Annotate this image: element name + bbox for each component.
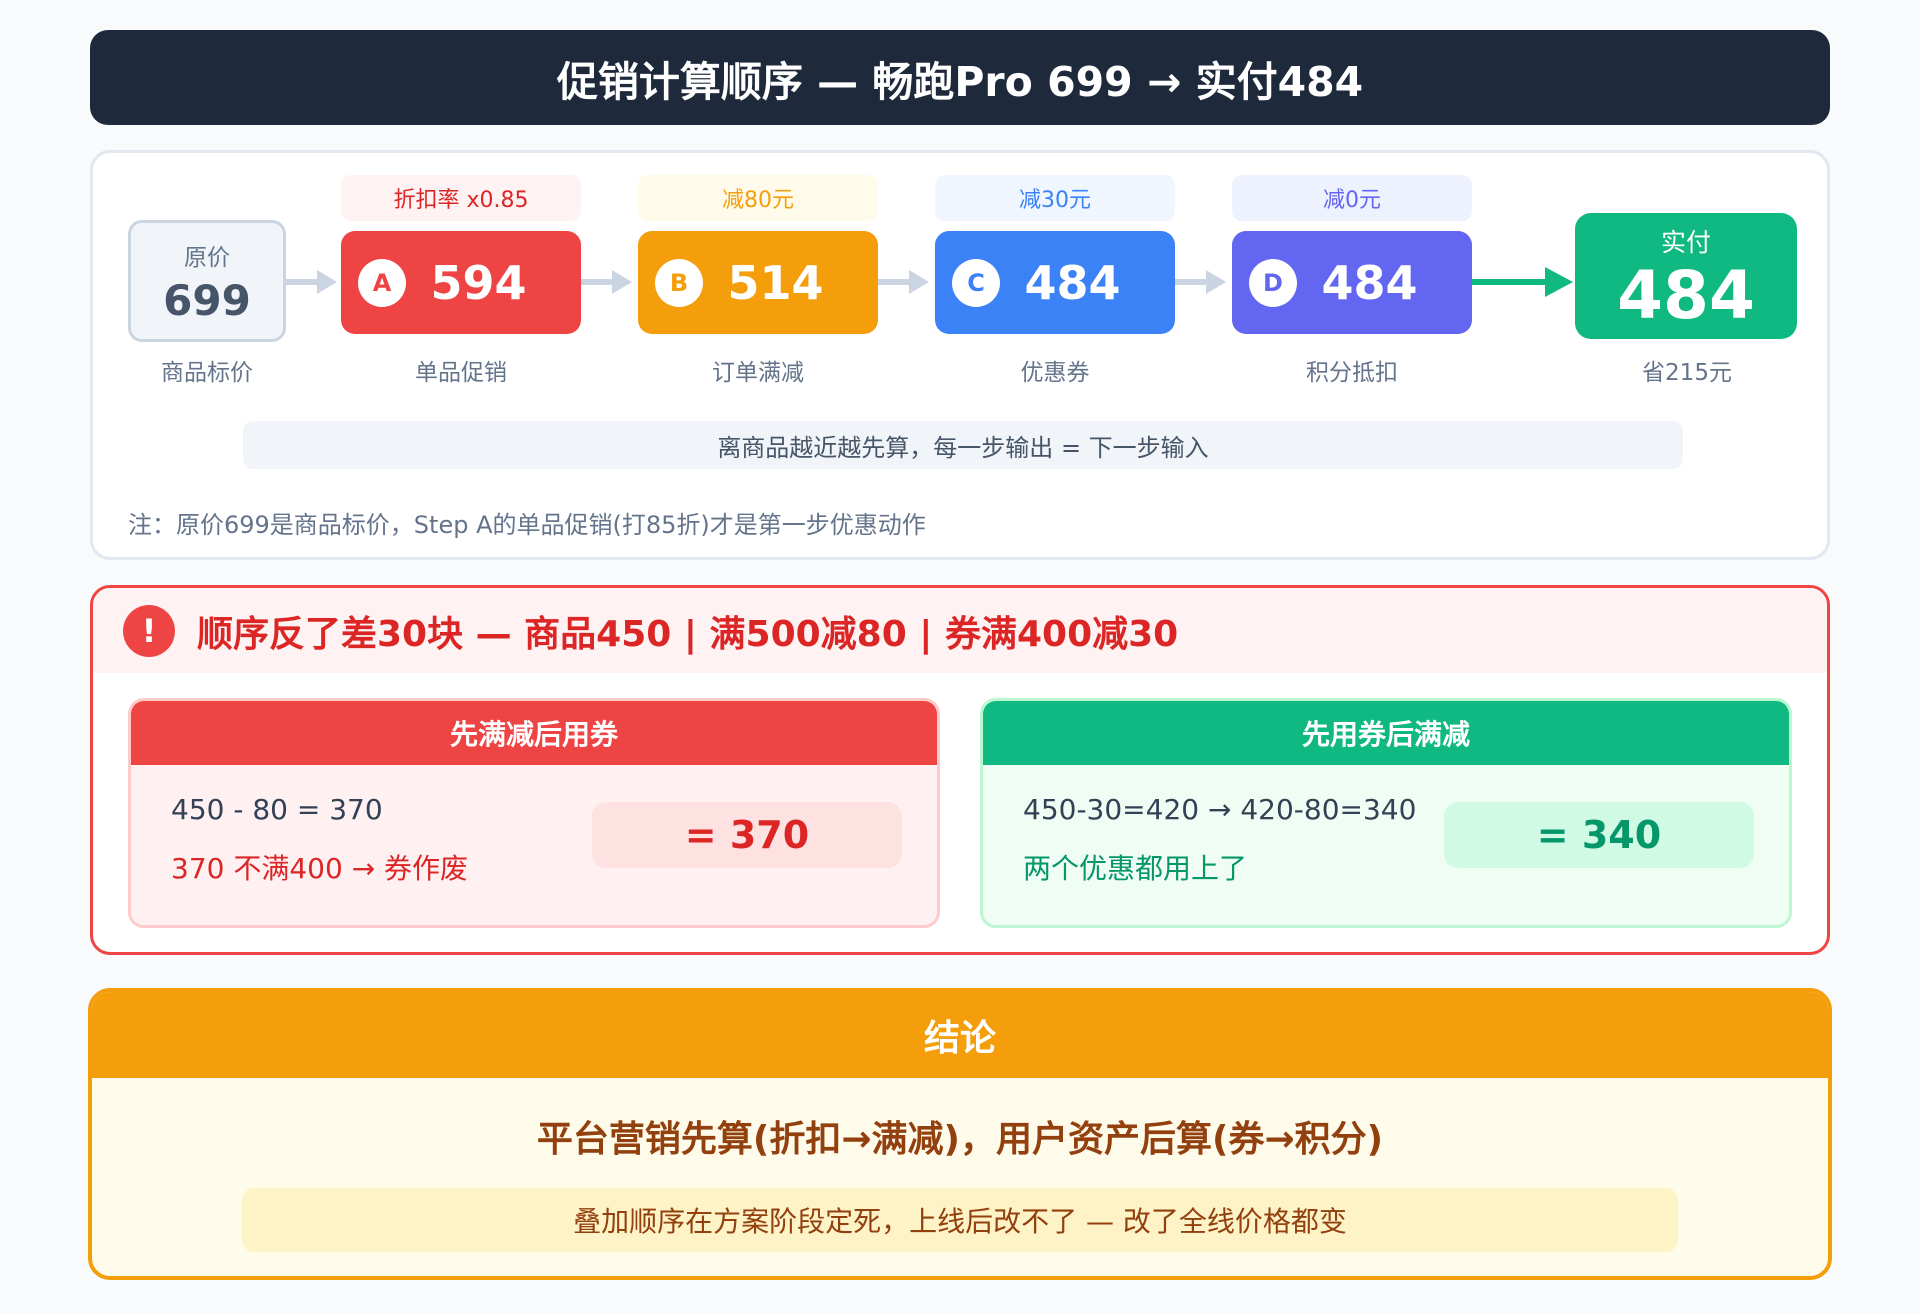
wrong-order-explanation: 370 不满400 → 券作废: [171, 852, 469, 885]
arrow-head-icon: [612, 270, 632, 294]
step-a-tag: 折扣率 x0.85: [341, 175, 581, 221]
step-c-caption: 优惠券: [1020, 360, 1090, 386]
arrow-head-icon: [909, 270, 929, 294]
conclusion-header: 结论: [92, 992, 1828, 1078]
step-c-tag: 减30元: [935, 175, 1175, 221]
final-price-label: 实付: [1660, 228, 1711, 257]
footnote: 注：原价699是商品标价，Step A的单品促销(打85折)才是第一步优惠动作: [128, 511, 926, 539]
step-b-caption: 订单满减: [712, 360, 804, 386]
step-b-tag: 减80元: [638, 175, 878, 221]
step-d-value: 484: [1321, 255, 1418, 310]
right-order-result: = 340: [1444, 802, 1754, 868]
right-order-header: 先用券后满减: [983, 701, 1789, 765]
step-a-badge: A: [358, 258, 406, 307]
step-d-tag: 减0元: [1232, 175, 1472, 221]
final-price-value: 484: [1617, 257, 1755, 334]
step-d-box: D 484: [1232, 231, 1472, 334]
step-d-badge: D: [1249, 258, 1297, 307]
wrong-order-header: 先满减后用券: [131, 701, 937, 765]
conclusion-panel: 结论 平台营销先算(折扣→满减)，用户资产后算(券→积分) 叠加顺序在方案阶段定…: [88, 988, 1832, 1280]
step-a-box: A 594: [341, 231, 581, 334]
wrong-order-body: 450 - 80 = 370 370 不满400 → 券作废 = 370: [131, 765, 937, 925]
original-price-caption: 商品标价: [161, 360, 253, 386]
flow-arrow: [878, 279, 913, 285]
flow-rule-note: 离商品越近越先算，每一步输出 = 下一步输入: [243, 421, 1683, 469]
page-title: 促销计算顺序 — 畅跑Pro 699 → 实付484: [90, 30, 1830, 125]
wrong-order-calc: 450 - 80 = 370: [171, 793, 383, 826]
step-c-box: C 484: [935, 231, 1175, 334]
step-a-value: 594: [430, 255, 527, 310]
right-order-explanation: 两个优惠都用上了: [1023, 852, 1248, 885]
arrow-head-icon: [1206, 270, 1226, 294]
flow-arrow: [1175, 279, 1210, 285]
step-a-caption: 单品促销: [415, 360, 507, 386]
final-price-caption: 省215元: [1642, 360, 1732, 386]
right-order-card: 先用券后满减 450-30=420 → 420-80=340 两个优惠都用上了 …: [980, 698, 1792, 928]
wrong-order-card: 先满减后用券 450 - 80 = 370 370 不满400 → 券作废 = …: [128, 698, 940, 928]
right-order-body: 450-30=420 → 420-80=340 两个优惠都用上了 = 340: [983, 765, 1789, 925]
step-b-box: B 514: [638, 231, 878, 334]
original-price-box: 原价 699: [128, 220, 286, 342]
step-c-badge: C: [952, 258, 1000, 307]
flow-arrow: [286, 279, 321, 285]
warning-title: 顺序反了差30块 — 商品450 | 满500减80 | 券满400减30: [197, 613, 1179, 655]
flow-arrow: [581, 279, 616, 285]
calculation-flow-panel: 原价 699 商品标价 折扣率 x0.85 A 594 单品促销 减80元 B …: [90, 150, 1830, 560]
wrong-order-result: = 370: [592, 802, 902, 868]
original-price-value: 699: [163, 275, 251, 325]
final-arrow: [1472, 279, 1547, 285]
original-price-label: 原价: [184, 244, 230, 271]
order-warning-panel: ! 顺序反了差30块 — 商品450 | 满500减80 | 券满400减30 …: [90, 585, 1830, 955]
arrow-head-icon: [317, 270, 337, 294]
step-b-badge: B: [655, 258, 703, 307]
warning-header: ! 顺序反了差30块 — 商品450 | 满500减80 | 券满400减30: [93, 588, 1827, 673]
step-c-value: 484: [1024, 255, 1121, 310]
right-order-calc: 450-30=420 → 420-80=340: [1023, 793, 1417, 826]
final-arrow-head-icon: [1545, 267, 1573, 297]
warning-icon: !: [123, 604, 175, 657]
step-d-caption: 积分抵扣: [1306, 360, 1398, 386]
conclusion-main: 平台营销先算(折扣→满减)，用户资产后算(券→积分): [536, 1119, 1384, 1160]
conclusion-note: 叠加顺序在方案阶段定死，上线后改不了 — 改了全线价格都变: [242, 1188, 1678, 1252]
step-b-value: 514: [727, 255, 824, 310]
final-price-box: 实付 484: [1575, 213, 1797, 339]
